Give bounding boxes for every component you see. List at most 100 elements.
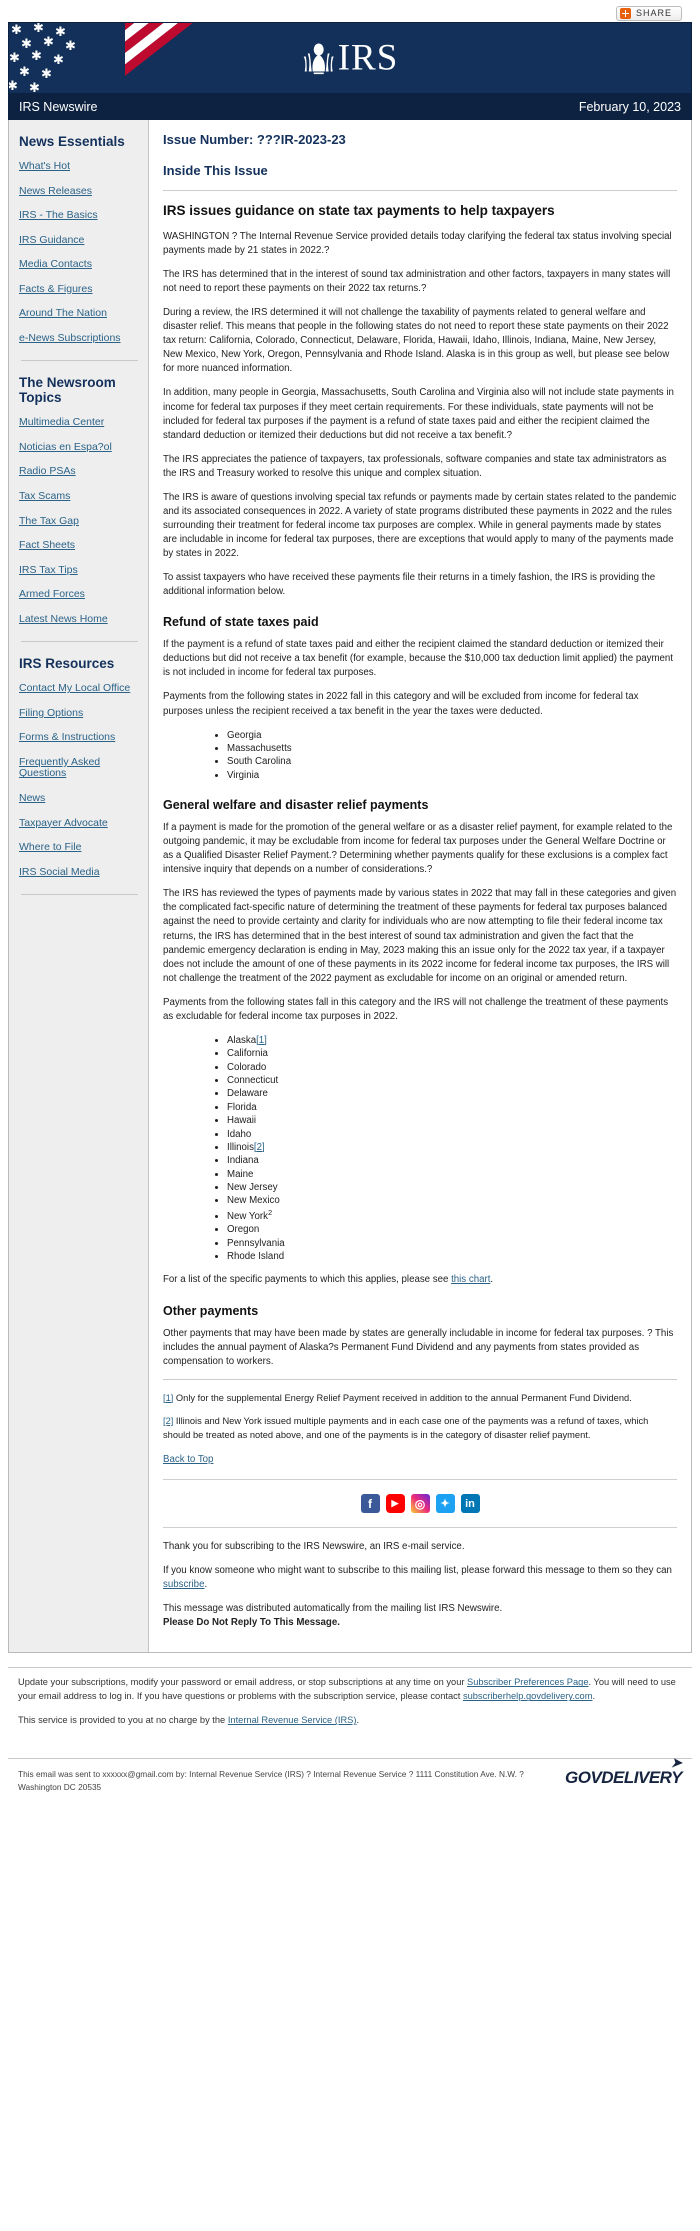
chart-ref-post: . [490,1274,494,1286]
state-name: New York [227,1210,268,1222]
refund-paragraph: Payments from the following states in 20… [163,691,639,717]
list-item: Rhode Island [227,1250,677,1263]
other-payments-paragraph: Other payments that may have been made b… [163,1327,674,1367]
article-paragraph: During a review, the IRS determined it w… [163,307,670,375]
sidebar-item-whats-hot[interactable]: What's Hot [19,160,140,173]
sidebar-item-where-to-file[interactable]: Where to File [19,842,140,854]
sidebar-item-media-contacts[interactable]: Media Contacts [19,259,140,271]
article-paragraph: To assist taxpayers who have received th… [163,572,656,598]
thanks-line: Thank you for subscribing to the IRS New… [163,1541,465,1553]
chart-reference-line: For a list of the specific payments to w… [163,1273,677,1287]
legal-text: This email was sent to xxxxxx@gmail.com … [18,1769,524,1792]
facebook-icon[interactable]: f [360,1494,380,1514]
newswire-date: February 10, 2023 [578,100,681,114]
forward-pre: If you know someone who might want to su… [163,1565,672,1577]
state-footnote-link[interactable]: [1] [256,1035,267,1046]
list-item: Indiana [227,1154,677,1167]
state-name: Hawaii [227,1115,257,1127]
list-item: New Mexico [227,1194,677,1207]
sidebar-item-noticias-en-espanol[interactable]: Noticias en Espa?ol [19,441,140,454]
sidebar-divider-2 [21,641,138,643]
sidebar-item-irs-social-media[interactable]: IRS Social Media [19,866,140,879]
sidebar-item-the-tax-gap[interactable]: The Tax Gap [19,515,140,528]
footnote-1-marker[interactable]: [1] [163,1393,173,1403]
share-button[interactable]: SHARE [615,5,682,21]
list-item: New York2 [227,1208,677,1224]
state-name: New Jersey [227,1182,278,1193]
sidebar-item-around-the-nation[interactable]: Around The Nation [19,308,140,320]
footnote-2-text: Illinois and New York issued multiple pa… [163,1416,649,1440]
govdelivery-wordmark: GOVDELIVERY [565,1768,683,1788]
sidebar-item-latest-news-home[interactable]: Latest News Home [19,613,140,626]
sidebar-item-forms-instructions[interactable]: Forms & Instructions [19,732,140,744]
article-paragraph: The IRS is aware of questions involving … [163,491,677,560]
sidebar-item-irs-the-basics[interactable]: IRS - The Basics [19,210,140,222]
sidebar-item-news-releases[interactable]: News Releases [19,185,140,198]
refund-paragraph: If the payment is a refund of state taxe… [163,639,673,679]
us-flag-graphic: ✱ ✱ ✱ ✱ ✱ ✱ ✱ ✱ ✱ ✱ ✱ ✱ ✱ [9,23,239,93]
subscription-update-line: Update your subscriptions, modify your p… [18,1676,682,1704]
flag-canton: ✱ ✱ ✱ ✱ ✱ ✱ ✱ ✱ ✱ ✱ ✱ ✱ ✱ [9,23,125,93]
list-item: New Jersey [227,1181,677,1194]
sidebar-heading-irs-resources: IRS Resources [19,656,115,672]
list-item: Illinois[2] [227,1141,677,1154]
state-name: Delaware [227,1088,268,1100]
govdelivery-mark-icon: ➤ [671,1755,682,1771]
state-name: Connecticut [227,1075,279,1086]
instagram-icon[interactable]: ◎ [410,1494,430,1514]
article-paragraph: WASHINGTON ? The Internal Revenue Servic… [163,230,672,256]
chart-ref-pre: For a list of the specific payments to w… [163,1274,452,1286]
state-name: Idaho [227,1128,252,1140]
this-chart-link[interactable]: this chart [451,1274,490,1285]
state-footnote-link[interactable]: [2] [254,1142,265,1153]
irs-link[interactable]: Internal Revenue Service (IRS) [228,1715,357,1725]
sidebar-heading-news-essentials: News Essentials [19,134,125,149]
share-bar: SHARE [0,0,700,22]
twitter-icon[interactable]: ✦ [435,1494,455,1514]
footnote-2: [2] Illinois and New York issued multipl… [163,1415,677,1442]
sidebar-item-enews-subscriptions[interactable]: e-News Subscriptions [19,332,140,345]
sidebar-item-fact-sheets[interactable]: Fact Sheets [19,540,140,552]
sidebar-item-news[interactable]: News [19,792,140,805]
sidebar-item-facts-figures[interactable]: Facts & Figures [19,283,140,296]
state-name: Rhode Island [227,1251,285,1263]
do-not-reply-text: Please Do Not Reply To This Message. [163,1617,340,1629]
state-name: Oregon [227,1224,260,1236]
sidebar-section-news-essentials: News Essentials What's Hot News Releases… [19,134,140,344]
footnote-1-text: Only for the supplemental Energy Relief … [173,1392,632,1403]
distributed-text: This message was distributed automatical… [163,1603,503,1615]
issue-number: Issue Number: ???IR-2023-23 [163,132,346,147]
sidebar-item-armed-forces[interactable]: Armed Forces [19,589,140,601]
share-button-label: SHARE [635,8,672,18]
list-item: Massachusetts [227,742,677,755]
subscribe-link[interactable]: subscribe [163,1579,204,1590]
legal-bar: This email was sent to xxxxxx@gmail.com … [8,1755,692,1807]
sidebar-item-multimedia-center[interactable]: Multimedia Center [19,417,140,429]
article-paragraph: The IRS appreciates the patience of taxp… [163,453,667,479]
state-name: Alaska [227,1034,257,1046]
masthead-banner: ✱ ✱ ✱ ✱ ✱ ✱ ✱ ✱ ✱ ✱ ✱ ✱ ✱ [8,22,692,94]
youtube-icon[interactable]: ▶ [385,1494,405,1514]
state-name: Pennsylvania [227,1237,285,1249]
sidebar-item-irs-tax-tips[interactable]: IRS Tax Tips [19,564,140,577]
sidebar-item-radio-psas[interactable]: Radio PSAs [19,466,140,478]
footnote-1: [1] Only for the supplemental Energy Rel… [163,1392,677,1405]
state-name: Illinois [227,1141,254,1153]
sidebar-item-irs-guidance[interactable]: IRS Guidance [19,234,140,247]
sidebar-item-tax-scams[interactable]: Tax Scams [19,490,140,503]
back-to-top-link[interactable]: Back to Top [163,1454,213,1465]
sidebar-item-contact-my-local-office[interactable]: Contact My Local Office [19,683,140,695]
state-name: Maine [227,1168,254,1180]
footnote-2-marker[interactable]: [2] [163,1416,173,1426]
footer-line1-pre: Update your subscriptions, modify your p… [18,1677,468,1688]
sidebar-item-filing-options[interactable]: Filing Options [19,707,140,720]
subscriberhelp-link[interactable]: subscriberhelp.govdelivery.com [463,1691,593,1701]
sidebar-section-irs-resources: IRS Resources Contact My Local Office Fi… [19,656,140,878]
subscriber-preferences-link[interactable]: Subscriber Preferences Page [467,1677,588,1687]
sidebar-item-frequently-asked-questions[interactable]: Frequently Asked Questions [19,756,140,780]
linkedin-icon[interactable]: in [460,1494,480,1514]
state-footnote-superscript: 2 [267,1207,273,1217]
no-charge-line: This service is provided to you at no ch… [18,1714,682,1728]
sidebar-item-taxpayer-advocate[interactable]: Taxpayer Advocate [19,817,140,830]
footer-line2-post: . [356,1715,360,1726]
